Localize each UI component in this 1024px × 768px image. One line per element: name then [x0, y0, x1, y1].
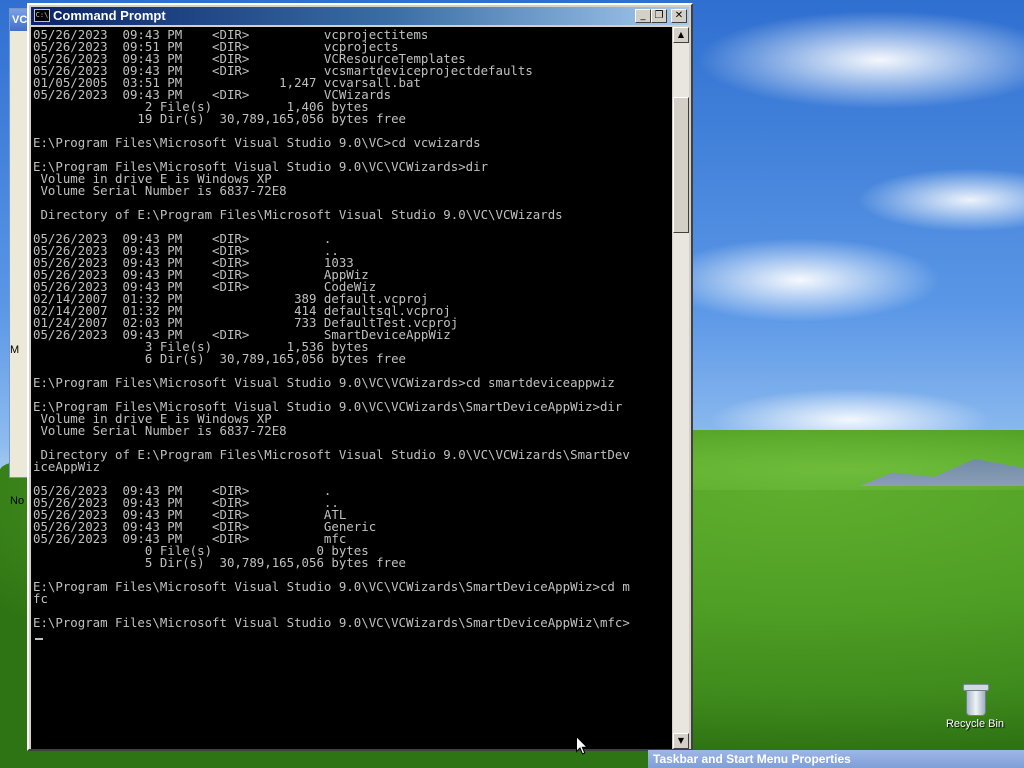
scroll-up-button[interactable]: ▲	[673, 27, 689, 43]
background-window-fragment: M	[10, 344, 20, 356]
close-button[interactable]: ✕	[671, 9, 687, 23]
console-line: Volume Serial Number is 6837-72E8	[33, 183, 287, 198]
background-window-fragment: No	[10, 495, 25, 507]
recycle-bin[interactable]: Recycle Bin	[944, 684, 1006, 738]
minimize-button[interactable]: _	[635, 9, 651, 23]
console-line: 5 Dir(s) 30,789,165,056 bytes free	[33, 555, 406, 570]
recycle-bin-label: Recycle Bin	[945, 718, 1005, 730]
console-line: E:\Program Files\Microsoft Visual Studio…	[33, 579, 630, 594]
vertical-scrollbar[interactable]: ▲ ▼	[673, 27, 689, 749]
title-bar[interactable]: C:\ Command Prompt _ ❐ ✕	[31, 7, 689, 25]
console-line: E:\Program Files\Microsoft Visual Studio…	[33, 135, 481, 150]
recycle-bin-icon[interactable]	[963, 684, 989, 716]
window-title: Command Prompt	[53, 8, 166, 23]
console-output[interactable]: 05/26/2023 09:43 PM <DIR> vcprojectitems…	[31, 27, 672, 749]
console-line: iceAppWiz	[33, 459, 101, 474]
console-line: 6 Dir(s) 30,789,165,056 bytes free	[33, 351, 406, 366]
command-prompt-window[interactable]: C:\ Command Prompt _ ❐ ✕ 05/26/2023 09:4…	[27, 3, 693, 751]
scroll-down-button[interactable]: ▼	[673, 733, 689, 749]
console-line: E:\Program Files\Microsoft Visual Studio…	[33, 375, 615, 390]
taskbar-properties-titlebar[interactable]: Taskbar and Start Menu Properties	[648, 750, 1024, 768]
text-cursor	[35, 638, 43, 640]
console-line: Directory of E:\Program Files\Microsoft …	[33, 447, 630, 462]
mouse-pointer-icon	[576, 736, 588, 755]
console-text: 05/26/2023 09:43 PM <DIR> vcprojectitems…	[31, 27, 672, 629]
console-line: Directory of E:\Program Files\Microsoft …	[33, 207, 563, 222]
console-line: 19 Dir(s) 30,789,165,056 bytes free	[33, 111, 406, 126]
scrollbar-thumb[interactable]	[673, 97, 689, 233]
console-line: Volume Serial Number is 6837-72E8	[33, 423, 287, 438]
console-line: fc	[33, 591, 48, 606]
console-line: E:\Program Files\Microsoft Visual Studio…	[33, 615, 630, 630]
cmd-icon[interactable]: C:\	[34, 9, 50, 22]
maximize-button[interactable]: ❐	[651, 9, 667, 23]
